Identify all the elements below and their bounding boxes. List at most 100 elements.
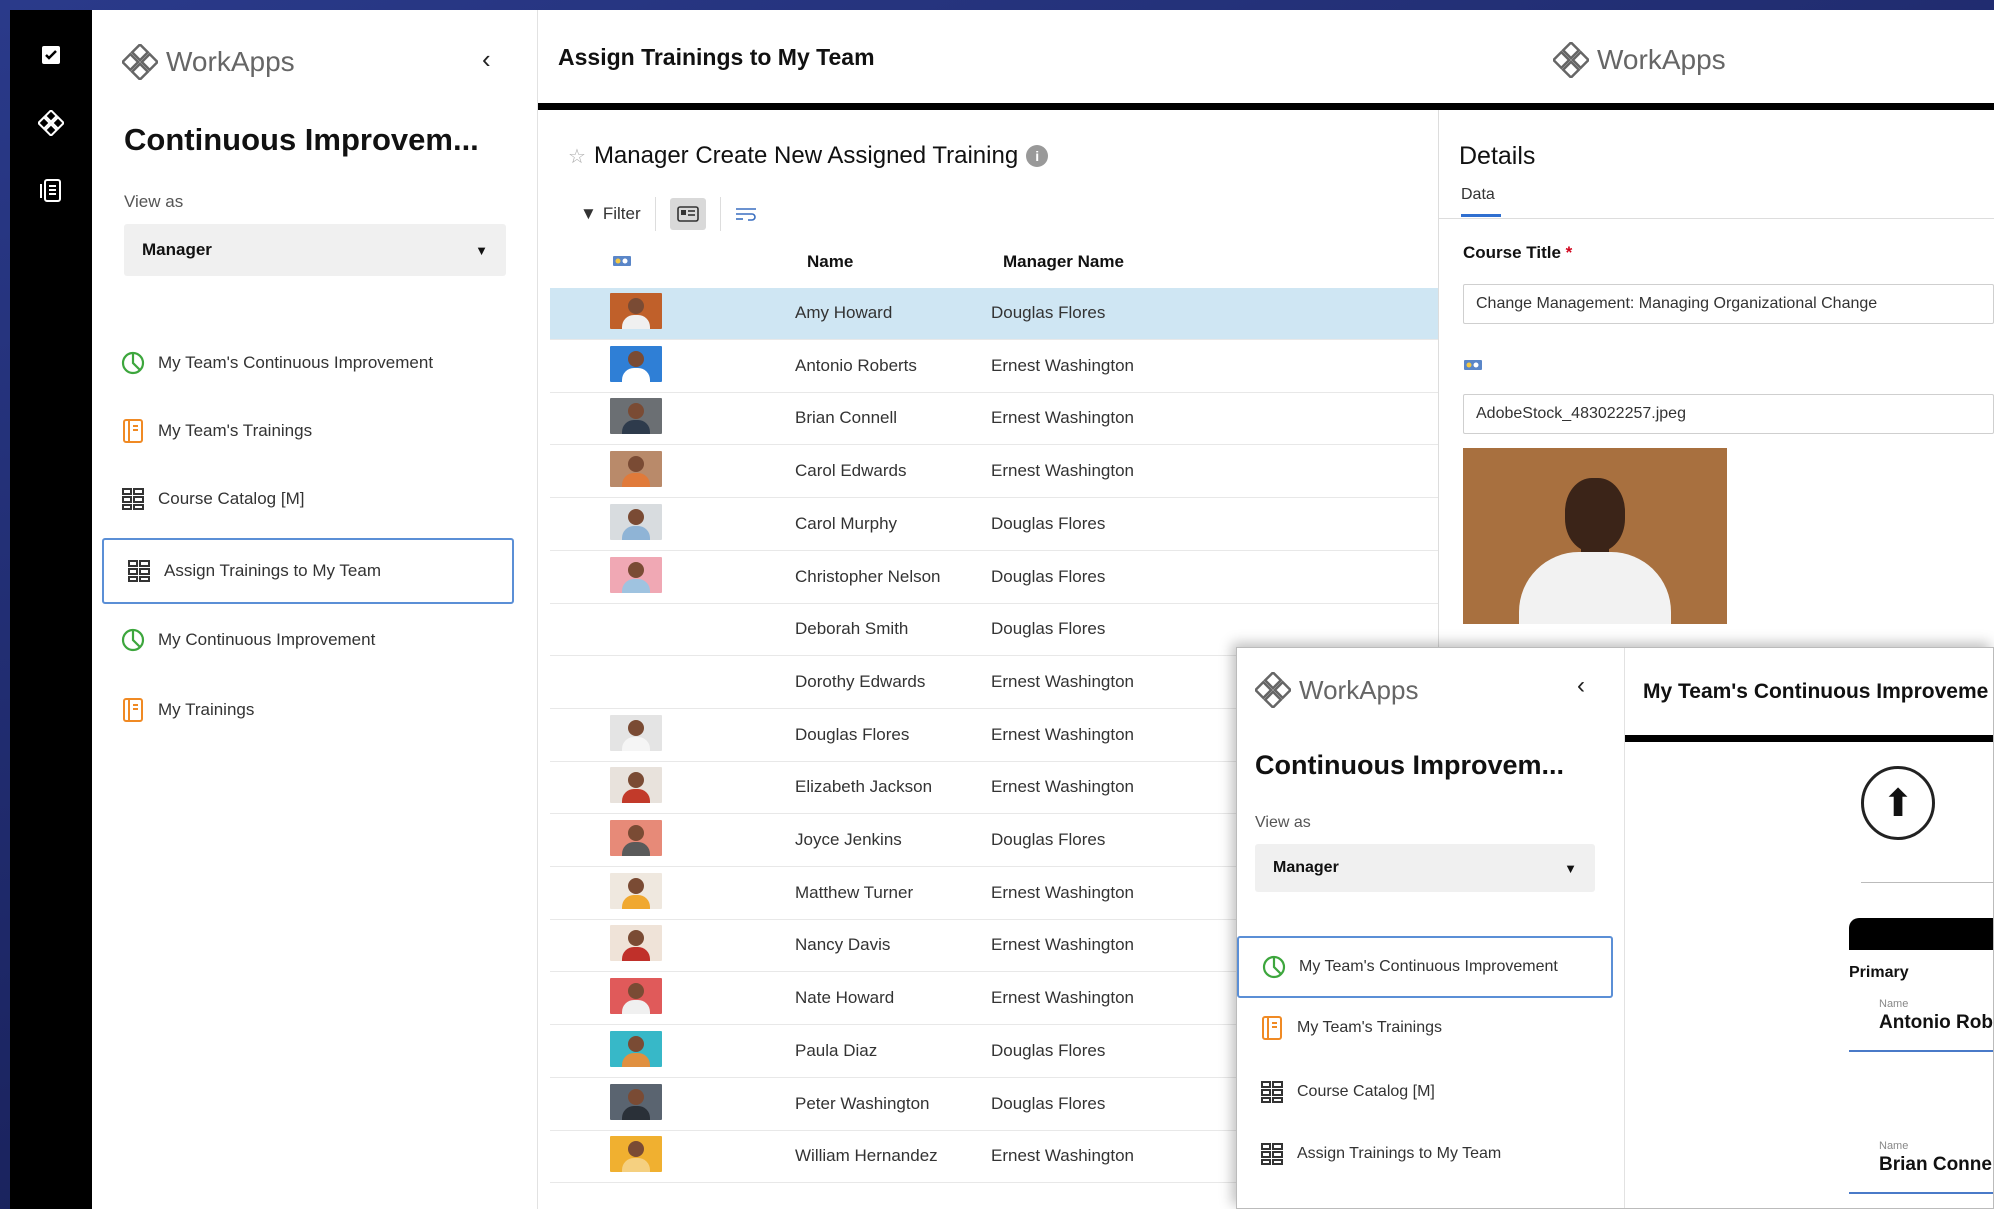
manager-cell: Ernest Washington	[991, 882, 1134, 902]
manager-cell: Douglas Flores	[991, 619, 1106, 639]
manager-cell: Ernest Washington	[991, 988, 1134, 1008]
image-field-icon	[1463, 357, 1483, 376]
sidebar-item-5[interactable]: My Trainings	[112, 690, 512, 730]
wrap-text-button[interactable]	[721, 196, 771, 232]
document-list-icon[interactable]	[38, 178, 64, 204]
name-cell: Nate Howard	[795, 988, 895, 1008]
manager-cell: Ernest Washington	[991, 724, 1134, 744]
workapps-logo-icon	[122, 44, 158, 80]
manager-cell: Ernest Washington	[991, 671, 1134, 691]
sidebar-item-label: My Continuous Improvement	[158, 630, 376, 649]
table-row[interactable]: Brian Connell Ernest Washington	[550, 393, 1438, 446]
overlay-sidebar-item-0[interactable]: My Team's Continuous Improvement	[1237, 936, 1613, 998]
sidebar-item-label: My Team's Trainings	[158, 421, 313, 440]
table-row[interactable]: Amy Howard Douglas Flores	[550, 288, 1438, 340]
table-row[interactable]: Carol Edwards Ernest Washington	[550, 446, 1438, 499]
view-as-select[interactable]: Manager ▼	[124, 224, 506, 276]
image-file-field[interactable]: AdobeStock_483022257.jpeg	[1463, 394, 1994, 434]
sidebar-item-4[interactable]: My Continuous Improvement	[112, 620, 512, 660]
card-header-bar	[1849, 918, 1993, 950]
tab-data[interactable]: Data	[1461, 186, 1495, 212]
app-title: Continuous Improvem...	[124, 122, 479, 157]
name-cell: Matthew Turner	[795, 882, 914, 902]
details-title: Details	[1459, 142, 1536, 170]
caret-down-icon: ▼	[1564, 860, 1577, 876]
overlay-sidebar-item-label: My Team's Continuous Improvement	[1299, 958, 1558, 975]
manager-cell: Douglas Flores	[991, 513, 1106, 533]
avatar	[610, 872, 662, 909]
field-underline	[1849, 1050, 1993, 1052]
overlay-sidebar-item-2[interactable]: Course Catalog [M]	[1245, 1074, 1605, 1110]
brand-name: WorkApps	[166, 46, 295, 77]
overlay-nav-panel: WorkApps ‹ Continuous Improvem... View a…	[1237, 648, 1625, 1208]
name-cell: Elizabeth Jackson	[795, 777, 933, 797]
grid-list-icon	[1259, 1141, 1285, 1167]
overlay-view-as-label: View as	[1255, 814, 1311, 831]
person-name[interactable]: Antonio Rob	[1879, 1012, 1993, 1034]
info-icon[interactable]: i	[1026, 145, 1049, 167]
header-brand: WorkApps	[1553, 42, 1726, 78]
card-view-button[interactable]	[669, 198, 706, 230]
name-column-header[interactable]: Name	[807, 252, 853, 272]
person-name[interactable]: Brian Conne	[1879, 1154, 1992, 1176]
sidebar-item-2[interactable]: Course Catalog [M]	[112, 479, 512, 519]
star-icon[interactable]: ☆	[568, 144, 586, 169]
page-header: Assign Trainings to My Team WorkApps	[538, 10, 1994, 110]
table-row[interactable]: Antonio Roberts Ernest Washington	[550, 341, 1438, 393]
name-label: Name	[1879, 1140, 1909, 1152]
avatar	[610, 925, 662, 962]
grid-list-icon	[1259, 1079, 1285, 1105]
table-row[interactable]: Christopher Nelson Douglas Flores	[550, 552, 1438, 604]
manager-cell: Ernest Washington	[991, 461, 1134, 481]
course-image	[1463, 448, 1727, 624]
caret-down-icon: ▼	[475, 242, 488, 258]
filter-button[interactable]: ▼ Filter	[566, 196, 655, 232]
icon-rail	[10, 10, 92, 1209]
course-title-label-text: Course Title	[1463, 243, 1561, 262]
overlay-collapse-chevron-icon[interactable]: ‹	[1577, 672, 1585, 700]
overlay-view-as-select[interactable]: Manager ▼	[1255, 844, 1595, 892]
manager-cell: Douglas Flores	[991, 1093, 1106, 1113]
manager-cell: Ernest Washington	[991, 408, 1134, 428]
manager-cell: Ernest Washington	[991, 777, 1134, 797]
overlay-page-title: My Team's Continuous Improveme	[1643, 680, 1989, 703]
overlay-sidebar-item-3[interactable]: Assign Trainings to My Team	[1245, 1136, 1605, 1172]
nav-panel: WorkApps ‹ Continuous Improvem... View a…	[92, 10, 538, 1209]
avatar	[610, 767, 662, 804]
overlay-sidebar-item-1[interactable]: My Team's Trainings	[1245, 1010, 1605, 1046]
sidebar-item-label: Assign Trainings to My Team	[164, 561, 381, 580]
wrap-text-icon	[735, 208, 756, 221]
card-view-icon	[676, 206, 699, 222]
name-cell: Nancy Davis	[795, 935, 891, 955]
manager-column-header[interactable]: Manager Name	[1003, 252, 1124, 272]
name-cell: Douglas Flores	[795, 724, 910, 744]
sidebar-item-0[interactable]: My Team's Continuous Improvement	[112, 343, 512, 383]
course-title-field[interactable]: Change Management: Managing Organization…	[1463, 284, 1994, 324]
overlay-sidebar-item-label: Course Catalog [M]	[1297, 1083, 1435, 1100]
image-column-icon	[613, 256, 631, 266]
avatar	[610, 978, 662, 1015]
page-title: Assign Trainings to My Team	[558, 44, 875, 70]
sidebar-item-3[interactable]: Assign Trainings to My Team	[102, 538, 514, 604]
list-toolbar: ▼ Filter	[566, 196, 771, 232]
name-cell: Antonio Roberts	[795, 355, 917, 375]
workapps-logo-icon[interactable]	[38, 110, 64, 136]
active-tab-indicator	[1461, 214, 1501, 217]
avatar	[610, 1136, 662, 1173]
brand-logo: WorkApps	[122, 44, 295, 80]
toolbar-divider	[654, 197, 656, 231]
list-header: ☆ Manager Create New Assigned Training i	[568, 142, 1049, 170]
grid-list-icon	[120, 486, 146, 512]
name-cell: Christopher Nelson	[795, 566, 941, 586]
name-cell: Peter Washington	[795, 1093, 930, 1113]
name-cell: William Hernandez	[795, 1146, 938, 1166]
table-row[interactable]: Carol Murphy Douglas Flores	[550, 499, 1438, 551]
checklist-icon[interactable]	[38, 42, 64, 68]
sidebar-item-1[interactable]: My Team's Trainings	[112, 411, 512, 451]
collapse-chevron-icon[interactable]: ‹	[482, 44, 491, 75]
notebook-icon	[120, 418, 146, 444]
notebook-icon	[120, 697, 146, 723]
divider	[1439, 218, 1994, 219]
overlay-brand-logo: WorkApps	[1255, 672, 1418, 708]
avatar	[610, 1083, 662, 1120]
